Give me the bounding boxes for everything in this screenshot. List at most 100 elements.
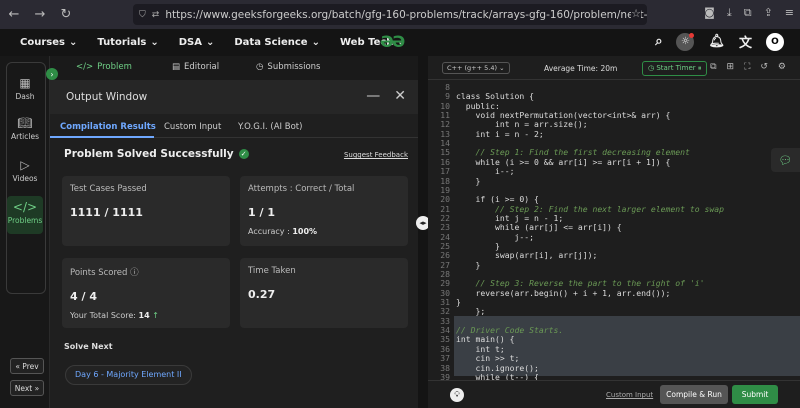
next-problem-link[interactable]: Day 6 - Majority Element II xyxy=(65,365,192,385)
bookmark-star-icon[interactable]: ☆ xyxy=(631,7,641,20)
nav-menu-courses[interactable]: Courses ⌄ xyxy=(20,37,77,48)
shield-icon: ⛉ xyxy=(139,9,146,20)
code-icon: </> xyxy=(76,62,94,72)
next-button[interactable]: Next » xyxy=(10,380,44,396)
compile-run-button[interactable]: Compile & Run xyxy=(660,385,728,404)
search-icon[interactable]: ⌕ xyxy=(655,34,662,49)
back-icon[interactable]: ← xyxy=(4,7,24,22)
check-circle-icon: ✓ xyxy=(238,149,249,159)
arrow-up-icon: ↑ xyxy=(152,311,159,320)
url-bar[interactable]: ⛉ ⇄ https://www.geeksforgeeks.org/batch/… xyxy=(133,4,647,25)
theme-toggle-icon[interactable]: ☼ xyxy=(676,32,695,51)
chat-icon[interactable]: 💬︎ xyxy=(771,148,800,172)
points-value: 4 / 4 xyxy=(70,290,97,303)
chevron-down-icon: ⌄ xyxy=(205,37,215,48)
reset-icon[interactable]: ↺ xyxy=(760,62,768,72)
info-icon[interactable]: ⓘ xyxy=(130,268,139,278)
output-window-header: Output Window — ✕ xyxy=(50,80,418,114)
tab-submissions[interactable]: ◷ Submissions xyxy=(256,62,320,72)
minimize-icon[interactable]: — xyxy=(366,88,380,104)
output-window: Output Window — ✕ Compilation Results Cu… xyxy=(50,80,418,408)
attempts-value: 1 / 1 xyxy=(248,206,275,219)
code-area[interactable]: 8 9 class Solution {10 public: 11 void next… xyxy=(428,80,800,380)
notification-dot xyxy=(689,32,695,38)
menu-icon[interactable]: ≡ xyxy=(785,6,794,20)
forward-icon[interactable]: → xyxy=(30,7,50,22)
translate-icon[interactable]: 文 xyxy=(739,32,752,51)
timer-icon: ◷ xyxy=(648,64,655,72)
line-number: 39 xyxy=(440,371,450,380)
chevron-down-icon: ⌄ xyxy=(311,37,320,48)
tab-problem[interactable]: </> Problem xyxy=(76,62,132,72)
submit-button[interactable]: Submit xyxy=(732,385,778,404)
tab-yogi-ai-bot[interactable]: Y.O.G.I. (AI Bot) xyxy=(238,122,302,132)
active-tab-underline xyxy=(50,136,154,138)
output-window-title: Output Window xyxy=(66,91,148,103)
panel-divider xyxy=(418,56,428,408)
nav-menu-tutorials[interactable]: Tutorials ⌄ xyxy=(97,37,158,48)
tab-editorial[interactable]: ▤ Editorial xyxy=(172,62,219,72)
prev-button[interactable]: « Prev xyxy=(10,358,44,374)
layout-icon[interactable]: ⊞ xyxy=(727,62,735,72)
nav-menu-data-science[interactable]: Data Science ⌄ xyxy=(234,37,320,48)
code-icon: </> xyxy=(12,200,38,214)
pause-icon: ⏸︎ xyxy=(697,64,702,72)
extensions-icon[interactable]: ⧉ xyxy=(744,6,752,20)
code-line: }; xyxy=(456,306,486,317)
rail-item-problems[interactable]: </> Problems xyxy=(7,196,43,234)
video-icon: ▷ xyxy=(20,158,30,172)
clock-icon: ◷ xyxy=(256,62,264,72)
accuracy-text: Accuracy : 100% xyxy=(248,227,318,236)
rail-item-dash[interactable]: ▦ Dash xyxy=(7,76,43,101)
tab-compilation-results[interactable]: Compilation Results xyxy=(60,122,156,132)
time-taken-value: 0.27 xyxy=(248,288,276,301)
suggest-feedback-link[interactable]: Suggest Feedback xyxy=(344,151,408,159)
settings-icon[interactable]: ⚙ xyxy=(778,62,786,72)
site-nav: Courses ⌄ Tutorials ⌄ DSA ⌄ Data Science ⌄ W… xyxy=(0,29,800,56)
attempts-card: Attempts : Correct / Total 1 / 1 Accurac… xyxy=(240,176,408,246)
downloads-icon[interactable]: ⤓ xyxy=(727,6,732,20)
status-message: Problem Solved Successfully ✓ xyxy=(64,148,249,160)
copy-icon[interactable]: ⧉ xyxy=(710,62,716,72)
lightbulb-icon[interactable]: 💡︎ xyxy=(450,388,464,402)
pocket-icon[interactable]: ◙ xyxy=(704,6,715,20)
close-icon[interactable]: ✕ xyxy=(394,88,406,104)
fullscreen-icon[interactable]: ⛶ xyxy=(744,62,750,72)
document-icon: ▤ xyxy=(172,62,181,72)
code-line: reverse(arr.begin() + i + 1, arr.end()); xyxy=(456,287,671,298)
code-line: } xyxy=(456,175,481,186)
code-line: int i = n - 2; xyxy=(456,128,544,139)
average-time: Average Time: 20m xyxy=(544,64,618,73)
rail-item-videos[interactable]: ▷ Videos xyxy=(7,158,43,183)
editor-footer: 💡︎ Custom Input Compile & Run Submit xyxy=(428,380,800,408)
chevron-down-icon: ⌄ xyxy=(150,37,159,48)
custom-input-link[interactable]: Custom Input xyxy=(606,391,653,399)
editor-toolbar: C++ (g++ 5.4) ⌄ Average Time: 20m ◷ Star… xyxy=(428,56,800,80)
rail-item-articles[interactable]: 📖︎ Articles xyxy=(7,116,43,141)
tab-custom-input[interactable]: Custom Input xyxy=(164,122,221,132)
start-timer-button[interactable]: ◷ Start Timer ⏸︎ xyxy=(642,61,708,76)
problem-tabs: </> Problem ▤ Editorial ◷ Submissions xyxy=(50,56,418,80)
solve-next-heading: Solve Next xyxy=(64,342,113,351)
total-score-text: Your Total Score: 14 ↑ xyxy=(70,311,159,320)
url-text: https://www.geeksforgeeks.org/batch/gfg-… xyxy=(165,8,647,21)
test-cases-value: 1111 / 1111 xyxy=(70,206,143,219)
gfg-logo-icon[interactable]: ƏƏ xyxy=(380,32,405,51)
left-rail: ▦ Dash 📖︎ Articles ▷ Videos </> Problems… xyxy=(0,56,50,408)
language-select[interactable]: C++ (g++ 5.4) ⌄ xyxy=(442,62,510,74)
expand-arrow-icon[interactable]: › xyxy=(46,68,58,80)
nav-menu-dsa[interactable]: DSA ⌄ xyxy=(179,37,215,48)
points-card: Points Scored ⓘ 4 / 4 Your Total Score: … xyxy=(62,258,230,328)
dashboard-icon: ▦ xyxy=(19,76,31,90)
reload-icon[interactable]: ↻ xyxy=(56,7,76,22)
code-editor: C++ (g++ 5.4) ⌄ Average Time: 20m ◷ Star… xyxy=(428,56,800,408)
time-taken-card: Time Taken 0.27 xyxy=(240,258,408,328)
book-icon: 📖︎ xyxy=(17,116,33,130)
test-cases-card: Test Cases Passed 1111 / 1111 xyxy=(62,176,230,246)
code-line: while (t--) { xyxy=(456,371,539,380)
bell-icon[interactable]: 🔔︎ xyxy=(708,34,725,49)
share-icon[interactable]: ⇪ xyxy=(764,6,773,20)
avatar[interactable]: O xyxy=(766,32,784,51)
tracking-icon: ⇄ xyxy=(151,9,160,20)
browser-toolbar: ← → ↻ ⛉ ⇄ https://www.geeksforgeeks.org/… xyxy=(0,0,800,29)
